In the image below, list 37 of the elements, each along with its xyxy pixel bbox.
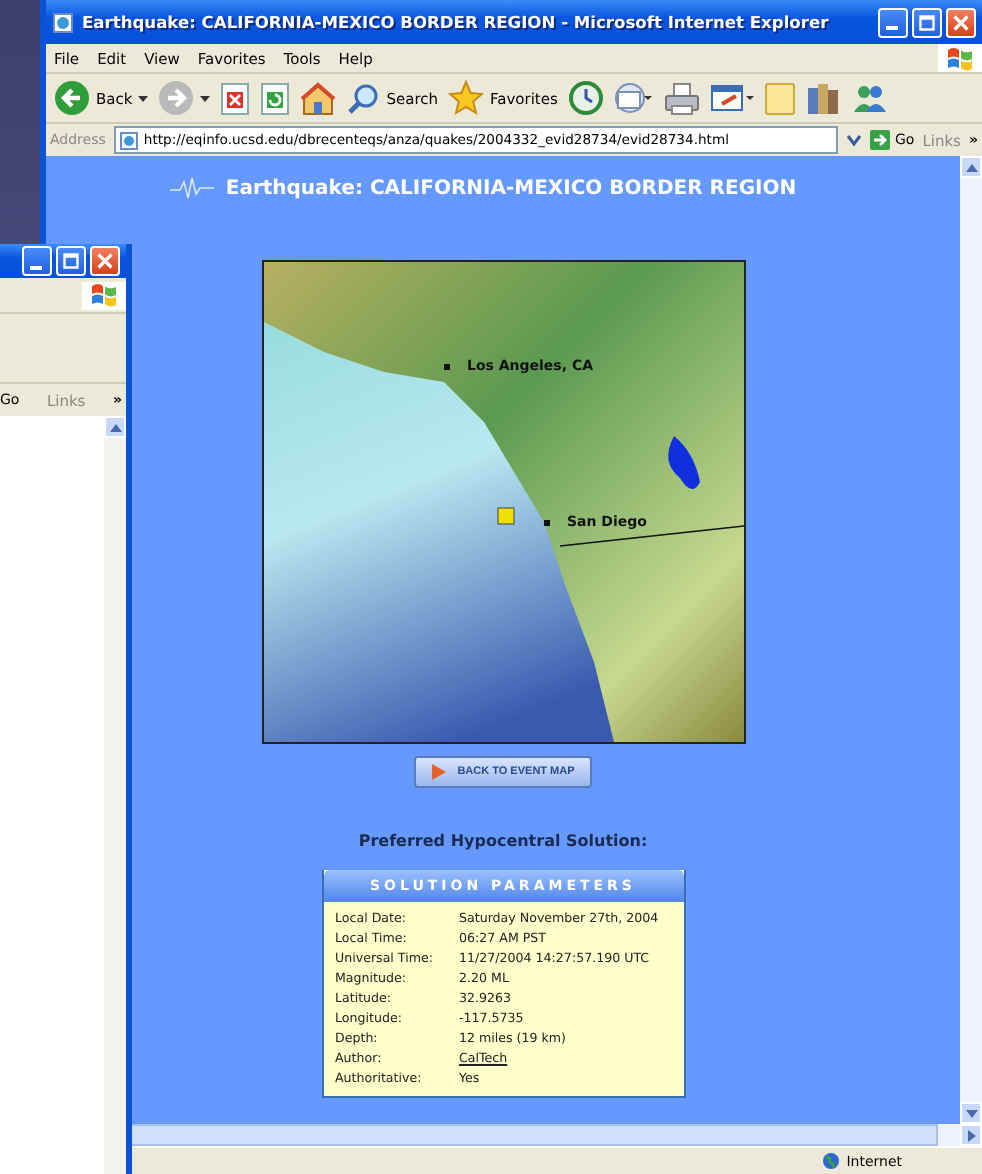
scroll-down-icon[interactable]	[965, 1109, 977, 1117]
house-icon[interactable]	[300, 81, 337, 115]
page-icon	[119, 131, 138, 149]
windows-logo-icon	[946, 45, 974, 71]
stop-icon[interactable]	[220, 81, 251, 115]
books-icon[interactable]	[805, 81, 842, 115]
globe-icon	[822, 1152, 841, 1170]
dropdown-arrow-icon[interactable]	[138, 95, 149, 101]
seismogram-icon	[169, 176, 214, 200]
minimize-icon	[29, 265, 41, 269]
dropdown-arrow-icon[interactable]	[200, 95, 211, 101]
printer-icon[interactable]	[663, 81, 700, 115]
minimize-button[interactable]	[22, 246, 52, 276]
scroll-right-icon[interactable]	[967, 1129, 975, 1141]
people-icon[interactable]	[851, 81, 888, 115]
play-arrow-icon	[431, 764, 446, 780]
window-edit-icon[interactable]	[709, 82, 754, 114]
maximize-button[interactable]	[912, 7, 942, 37]
close-button[interactable]	[90, 246, 120, 276]
windows-logo-icon	[90, 282, 118, 308]
refresh-icon[interactable]	[260, 81, 291, 115]
minimize-icon	[885, 26, 897, 30]
vertical-scrollbar[interactable]	[104, 416, 126, 1174]
page-heading: Earthquake: CALIFORNIA-MEXICO BORDER REGION	[225, 177, 797, 199]
scroll-up-icon[interactable]	[965, 163, 977, 171]
search-icon[interactable]	[346, 81, 381, 115]
window-title: Earthquake: CALIFORNIA-MEXICO BORDER REGION - Microsoft Internet Explorer	[82, 12, 831, 32]
minimize-button[interactable]	[878, 7, 908, 37]
page-icon	[52, 11, 74, 33]
star-icon[interactable]	[448, 80, 484, 116]
close-button[interactable]	[946, 7, 976, 37]
maximize-button[interactable]	[56, 246, 86, 276]
vertical-scrollbar[interactable]	[960, 156, 982, 1124]
clock-icon[interactable]	[567, 80, 604, 116]
scroll-up-icon[interactable]	[109, 423, 121, 431]
horizontal-scrollbar[interactable]	[126, 1124, 982, 1146]
section-heading: Preferred Hypocentral Solution:	[358, 832, 648, 850]
